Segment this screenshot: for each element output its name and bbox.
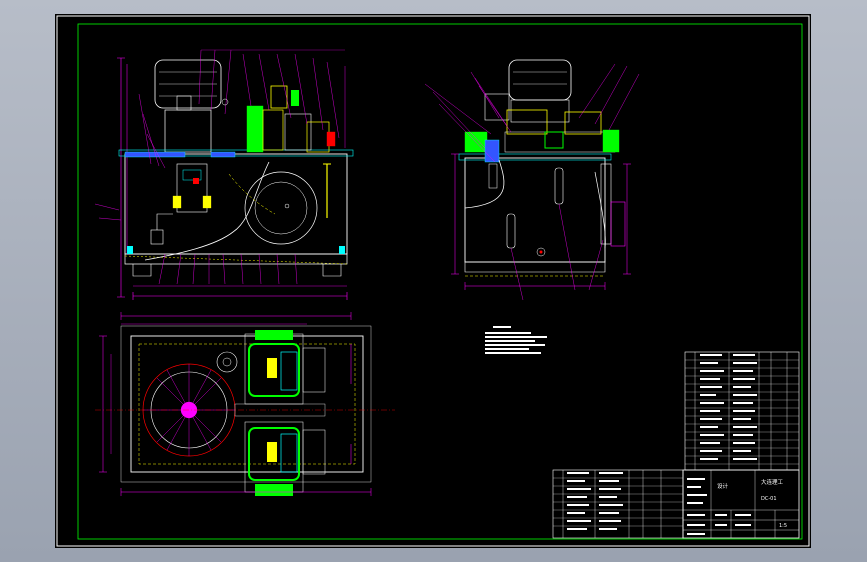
drawing-code: DC-01 (761, 496, 777, 502)
title-block: 大连理工 DC-01 设计 1:5 (682, 469, 800, 539)
outer-frame (56, 15, 810, 547)
drawing-canvas[interactable]: 大连理工 DC-01 设计 1:5 (55, 14, 811, 548)
side-view (424, 59, 640, 301)
front-view (94, 49, 354, 300)
cad-viewer-window: 大连理工 DC-01 设计 1:5 (0, 0, 867, 562)
designer-label: 设计 (717, 482, 729, 490)
parts-list-lower (552, 469, 684, 539)
company-label: 大连理工 (761, 478, 784, 486)
inner-border (77, 23, 803, 540)
parts-list (684, 351, 800, 471)
scale-label: 1:5 (779, 523, 787, 529)
drawing-sheet[interactable]: 大连理工 DC-01 设计 1:5 (55, 14, 811, 548)
top-view (95, 312, 395, 496)
technical-notes (485, 326, 547, 354)
